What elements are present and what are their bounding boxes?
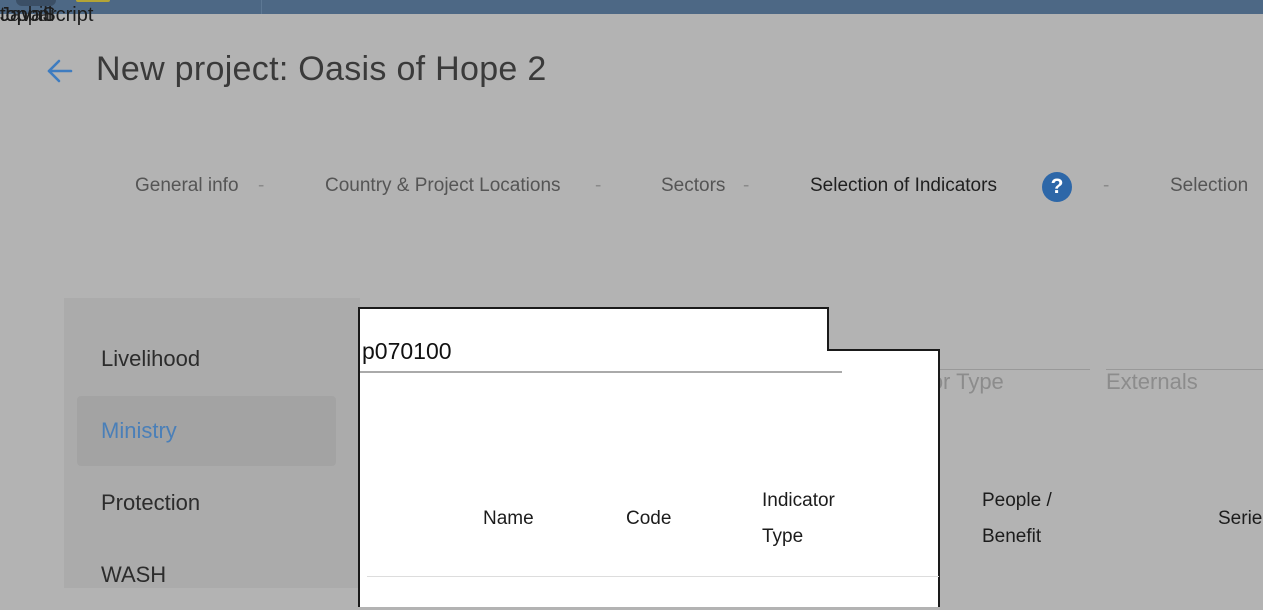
step-separator: - xyxy=(258,175,265,196)
column-header-people-benefit: People / Benefit xyxy=(982,490,1052,547)
help-icon[interactable]: ? xyxy=(1042,172,1072,202)
search-input-underline xyxy=(360,371,842,373)
step-separator: - xyxy=(743,175,750,196)
overlap-text-3: JavaScript xyxy=(0,4,94,26)
step-selection-of-indicators[interactable]: Selection of Indicators xyxy=(810,175,997,197)
arrow-left-icon xyxy=(47,59,73,83)
sector-item-protection[interactable]: Protection xyxy=(77,468,336,538)
page-title: New project: Oasis of Hope 2 xyxy=(96,50,547,88)
externals-filter[interactable]: Externals xyxy=(1106,369,1198,395)
column-header-indicator-type[interactable]: Indicator Type xyxy=(762,483,862,555)
indicator-search-input[interactable] xyxy=(362,332,842,370)
sector-list: Livelihood Ministry Protection WASH xyxy=(64,298,360,588)
sector-item-wash[interactable]: WASH xyxy=(77,540,336,610)
sector-item-ministry[interactable]: Ministry xyxy=(77,396,336,466)
wizard-stepper: General info - Country & Project Locatio… xyxy=(0,172,1263,202)
step-country-locations[interactable]: Country & Project Locations xyxy=(325,175,561,197)
sector-item-livelihood[interactable]: Livelihood xyxy=(77,324,336,394)
top-app-bar xyxy=(0,0,1263,14)
step-separator: - xyxy=(1103,175,1110,196)
back-button[interactable] xyxy=(44,55,76,87)
externals-underline xyxy=(1106,369,1263,370)
topbar-divider xyxy=(261,0,262,14)
step-separator: - xyxy=(595,175,602,196)
popup-table-divider xyxy=(367,576,939,577)
column-header-serie: Serie xyxy=(1218,508,1263,529)
step-selection[interactable]: Selection xyxy=(1170,175,1248,197)
step-general-info[interactable]: General info xyxy=(135,175,239,197)
column-header-code[interactable]: Code xyxy=(626,501,671,537)
column-header-name[interactable]: Name xyxy=(483,501,534,537)
step-sectors[interactable]: Sectors xyxy=(661,175,725,197)
